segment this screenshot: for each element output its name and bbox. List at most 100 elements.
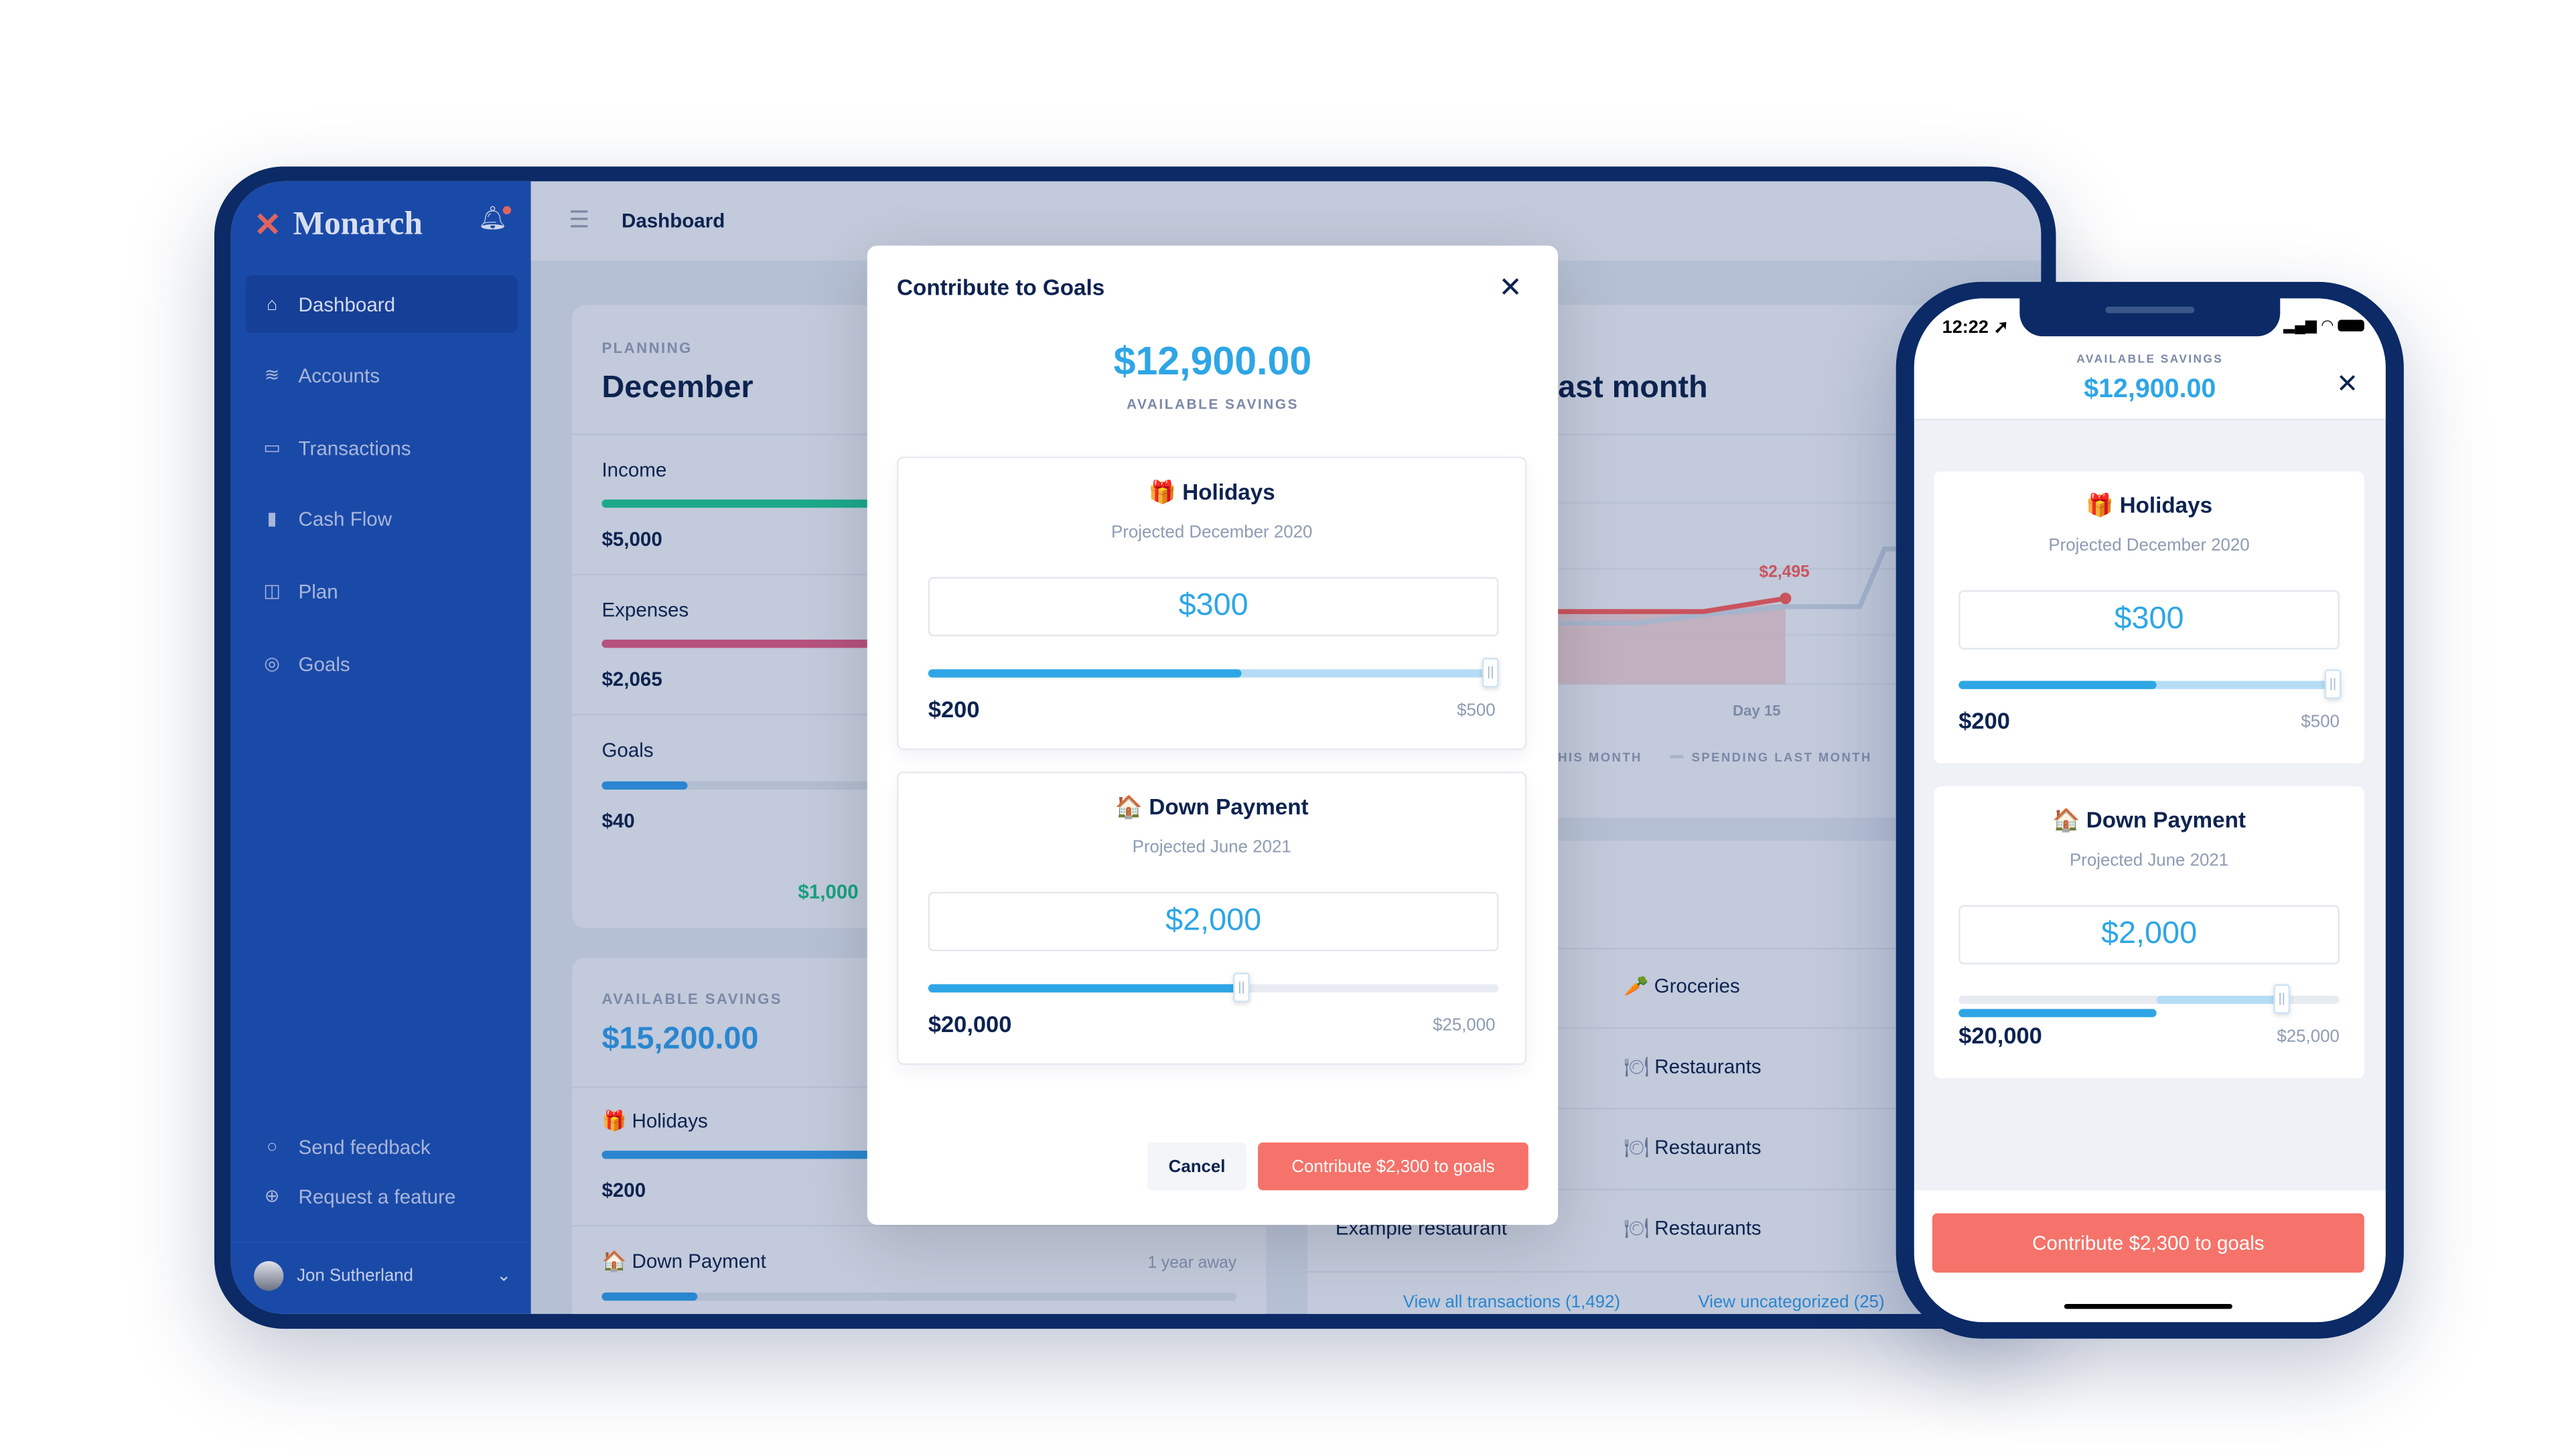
month-title: December xyxy=(601,370,754,406)
projected-date: Projected December 2020 xyxy=(1111,522,1313,542)
contribution-input[interactable]: $300 xyxy=(928,577,1499,637)
plate-icon: 🍽 xyxy=(1624,1055,1650,1078)
projected-date: Projected December 2020 xyxy=(2048,535,2250,556)
nav-label: Transactions xyxy=(298,436,411,459)
hamburger-menu-icon[interactable]: ☰ xyxy=(569,206,589,234)
slider-thumb[interactable]: || xyxy=(1233,972,1250,1003)
goals-label: Goals xyxy=(601,738,654,762)
close-icon[interactable]: ✕ xyxy=(2336,368,2358,401)
status-time: 12:22 ➚ xyxy=(1942,317,2009,338)
legend-swatch xyxy=(1670,755,1684,759)
target-icon: ◎ xyxy=(264,654,280,674)
current-amount: $200 xyxy=(1958,707,2010,734)
goal-name: Down Payment xyxy=(1149,794,1309,820)
current-value-label: $2,495 xyxy=(1759,563,1810,582)
contribution-slider[interactable]: || xyxy=(928,972,1499,1003)
contribution-slider[interactable]: || xyxy=(1958,669,2342,699)
current-amount: $20,000 xyxy=(1958,1022,2042,1049)
view-all-transactions-link[interactable]: View all transactions (1,492) xyxy=(1403,1293,1620,1313)
chat-bubble-icon: ○ xyxy=(266,1137,278,1157)
category: Restaurants xyxy=(1654,1055,1762,1078)
divider xyxy=(230,1241,531,1243)
goal-holidays[interactable]: 🎁 Holidays xyxy=(601,1110,707,1133)
transaction-row[interactable]: 🍽 Restaurants xyxy=(1624,1136,1762,1159)
contribution-slider[interactable]: || xyxy=(1958,984,2340,1017)
goal-name: Holidays xyxy=(1182,480,1275,505)
nav-label: Accounts xyxy=(298,363,380,387)
signal-icon: ▂▄▆ xyxy=(2283,316,2317,334)
expenses-label: Expenses xyxy=(601,598,689,622)
goal-title: 🏠 Down Payment xyxy=(1934,808,2364,834)
plate-icon: 🍽 xyxy=(1624,1135,1650,1159)
slider-thumb[interactable]: || xyxy=(1482,658,1499,688)
status-icons: ▂▄▆ ◠ xyxy=(2283,316,2365,335)
slider-fill xyxy=(928,984,1242,993)
transaction-row[interactable]: 🍽 Restaurants xyxy=(1624,1217,1762,1240)
card-label: PLANNING xyxy=(601,340,693,356)
spending-title: ast month xyxy=(1558,370,1708,406)
slider-thumb[interactable]: || xyxy=(2273,984,2291,1014)
goal-title: 🎁 Holidays xyxy=(1934,493,2364,519)
logo[interactable]: ✕ Monarch xyxy=(254,204,423,246)
sidebar-item-dashboard[interactable]: ⌂ Dashboard xyxy=(245,275,518,334)
sidebar: ✕ Monarch 🔔︎ ⌂ Dashboard ≋ Accounts ▭ Transa… xyxy=(230,181,531,1314)
gift-icon: 🎁 xyxy=(601,1109,627,1133)
sidebar-item-accounts[interactable]: ≋ Accounts xyxy=(246,346,518,404)
nav-label: Request a feature xyxy=(298,1184,456,1208)
down-payment-bar-fill xyxy=(601,1292,697,1301)
marketing-composition: ✕ Monarch 🔔︎ ⌂ Dashboard ≋ Accounts ▭ Transa… xyxy=(0,0,2572,1456)
carrot-icon: 🥕 xyxy=(1624,974,1649,998)
user-menu[interactable]: Jon Sutherland ⌄ xyxy=(254,1261,511,1291)
divider xyxy=(572,1224,1267,1227)
contribution-input[interactable]: $2,000 xyxy=(928,891,1499,952)
sidebar-item-transactions[interactable]: ▭ Transactions xyxy=(246,419,518,476)
request-feature-link[interactable]: ⊕ Request a feature xyxy=(246,1167,518,1225)
available-amount: $12,900.00 xyxy=(2084,376,2216,405)
wifi-icon: ◠ xyxy=(2321,316,2334,334)
goal-name: Down Payment xyxy=(2086,808,2246,833)
contribution-slider[interactable]: || xyxy=(928,658,1499,688)
sidebar-item-goals[interactable]: ◎ Goals xyxy=(246,635,518,693)
goals-target: $1,000 xyxy=(798,880,859,903)
projected-date: Projected June 2021 xyxy=(1132,837,1291,857)
goal-down-payment[interactable]: 🏠 Down Payment xyxy=(601,1250,766,1272)
battery-icon xyxy=(2338,319,2365,332)
sidebar-item-plan[interactable]: ◫ Plan xyxy=(246,562,518,620)
layers-icon: ≋ xyxy=(264,366,280,386)
nav-label: Goals xyxy=(298,652,350,675)
close-icon[interactable]: ✕ xyxy=(1499,272,1522,305)
chevron-down-icon: ⌄ xyxy=(496,1266,512,1286)
house-icon: 🏠 xyxy=(601,1249,627,1273)
card-label: AVAILABLE SAVINGS xyxy=(601,991,783,1007)
sidebar-item-cash-flow[interactable]: ▮ Cash Flow xyxy=(246,490,518,547)
goals-bar-fill xyxy=(601,781,688,790)
nav-label: Cash Flow xyxy=(298,506,392,530)
gift-icon: 🎁 xyxy=(1148,480,1176,505)
down-payment-bar xyxy=(601,1292,1237,1301)
this-month-area xyxy=(1555,603,1786,684)
transaction-row[interactable]: 🍽 Restaurants xyxy=(1624,1055,1762,1078)
slider-thumb[interactable]: || xyxy=(2324,669,2342,699)
nav-label: Send feedback xyxy=(298,1135,431,1159)
contribution-input[interactable]: $300 xyxy=(1958,590,2340,650)
map-icon: ◫ xyxy=(263,581,281,602)
projected-date: Projected June 2021 xyxy=(2069,851,2229,871)
legend-this-month: HIS MONTH xyxy=(1558,749,1642,766)
goal-name: Down Payment xyxy=(632,1249,766,1273)
current-amount: $200 xyxy=(928,695,980,723)
time: 12:22 xyxy=(1942,318,1989,338)
contribution-input[interactable]: $2,000 xyxy=(1958,905,2340,964)
contribute-button[interactable]: Contribute $2,300 to goals xyxy=(1258,1142,1528,1191)
home-indicator xyxy=(2064,1304,2232,1309)
category: Groceries xyxy=(1654,974,1740,998)
home-icon: ⌂ xyxy=(266,294,278,314)
cancel-button[interactable]: Cancel xyxy=(1147,1142,1246,1191)
slider-fill xyxy=(928,669,1242,678)
bell-icon[interactable]: 🔔︎ xyxy=(478,204,510,232)
view-uncategorized-link[interactable]: View uncategorized (25) xyxy=(1698,1293,1884,1313)
mobile-app: 12:22 ➚ ▂▄▆ ◠ AVAILABLE SAVINGS $12,900.… xyxy=(1914,298,2386,1323)
contribute-button[interactable]: Contribute $2,300 to goals xyxy=(1932,1213,2364,1273)
app-name: Monarch xyxy=(293,206,423,242)
monarch-logo-icon: ✕ xyxy=(254,208,282,244)
transaction-row[interactable]: 🥕 Groceries xyxy=(1624,974,1740,997)
